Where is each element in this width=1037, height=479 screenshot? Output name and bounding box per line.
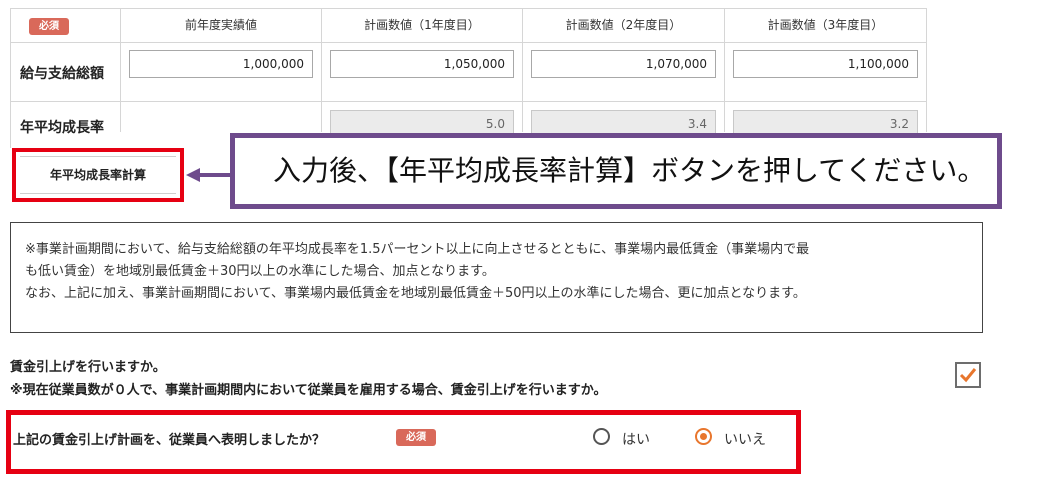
radio-no-label: いいえ bbox=[724, 432, 766, 448]
calc-growth-rate-button[interactable]: 年平均成長率計算 bbox=[20, 156, 176, 194]
wage-question-note: ※現在従業員数が０人で、事業計画期間内において従業員を雇用する場合、賃金引上げを… bbox=[10, 383, 607, 398]
calc-button-highlight: 年平均成長率計算 bbox=[12, 148, 184, 202]
required-badge: 必須 bbox=[396, 429, 436, 446]
radio-yes-label: はい bbox=[622, 432, 650, 448]
wage-question-title: 賃金引上げを行いますか。 bbox=[10, 360, 166, 375]
required-badge: 必須 bbox=[29, 18, 69, 35]
notice-line: なお、上記に加え、事業計画期間において、事業場内最低賃金を地域別最低賃金＋50円… bbox=[25, 286, 806, 301]
header-plan-year1: 計画数値（1年度目） bbox=[364, 18, 480, 32]
announce-question-text: 上記の賃金引上げ計画を、従業員へ表明しましたか？ bbox=[13, 433, 326, 448]
header-plan-year2: 計画数値（2年度目） bbox=[565, 18, 682, 32]
radio-yes[interactable] bbox=[593, 428, 610, 445]
row-label-growth-rate: 年平均成長率 bbox=[20, 120, 104, 136]
wage-increase-checkbox[interactable] bbox=[955, 362, 981, 388]
radio-no[interactable] bbox=[695, 428, 712, 445]
table-border-row2 bbox=[10, 101, 927, 102]
instruction-callout: 入力後、【年平均成長率計算】ボタンを押してください。 bbox=[230, 133, 1002, 209]
total-salary-year3-input[interactable]: 1,100,000 bbox=[733, 50, 918, 78]
callout-arrow-icon bbox=[186, 168, 232, 182]
notice-line: も低い賃金）を地域別最低賃金＋30円以上の水準にした場合、加点となります。 bbox=[25, 264, 495, 279]
notice-box: ※事業計画期間において、給与支給総額の年平均成長率を1.5パーセント以上に向上さ… bbox=[10, 222, 983, 333]
row-label-total-salary: 給与支給総額 bbox=[20, 66, 104, 82]
header-plan-year3: 計画数値（3年度目） bbox=[767, 18, 884, 32]
check-icon bbox=[959, 368, 977, 383]
total-salary-year1-input[interactable]: 1,050,000 bbox=[330, 50, 514, 78]
header-prev-year: 前年度実績値 bbox=[184, 18, 257, 32]
table-border-left bbox=[10, 8, 11, 148]
total-salary-prev-input[interactable]: 1,000,000 bbox=[129, 50, 313, 78]
notice-line: ※事業計画期間において、給与支給総額の年平均成長率を1.5パーセント以上に向上さ… bbox=[25, 242, 810, 257]
radio-selected-dot bbox=[700, 433, 707, 440]
table-border-row1 bbox=[10, 42, 927, 43]
table-border-right bbox=[926, 8, 927, 132]
total-salary-year2-input[interactable]: 1,070,000 bbox=[531, 50, 716, 78]
